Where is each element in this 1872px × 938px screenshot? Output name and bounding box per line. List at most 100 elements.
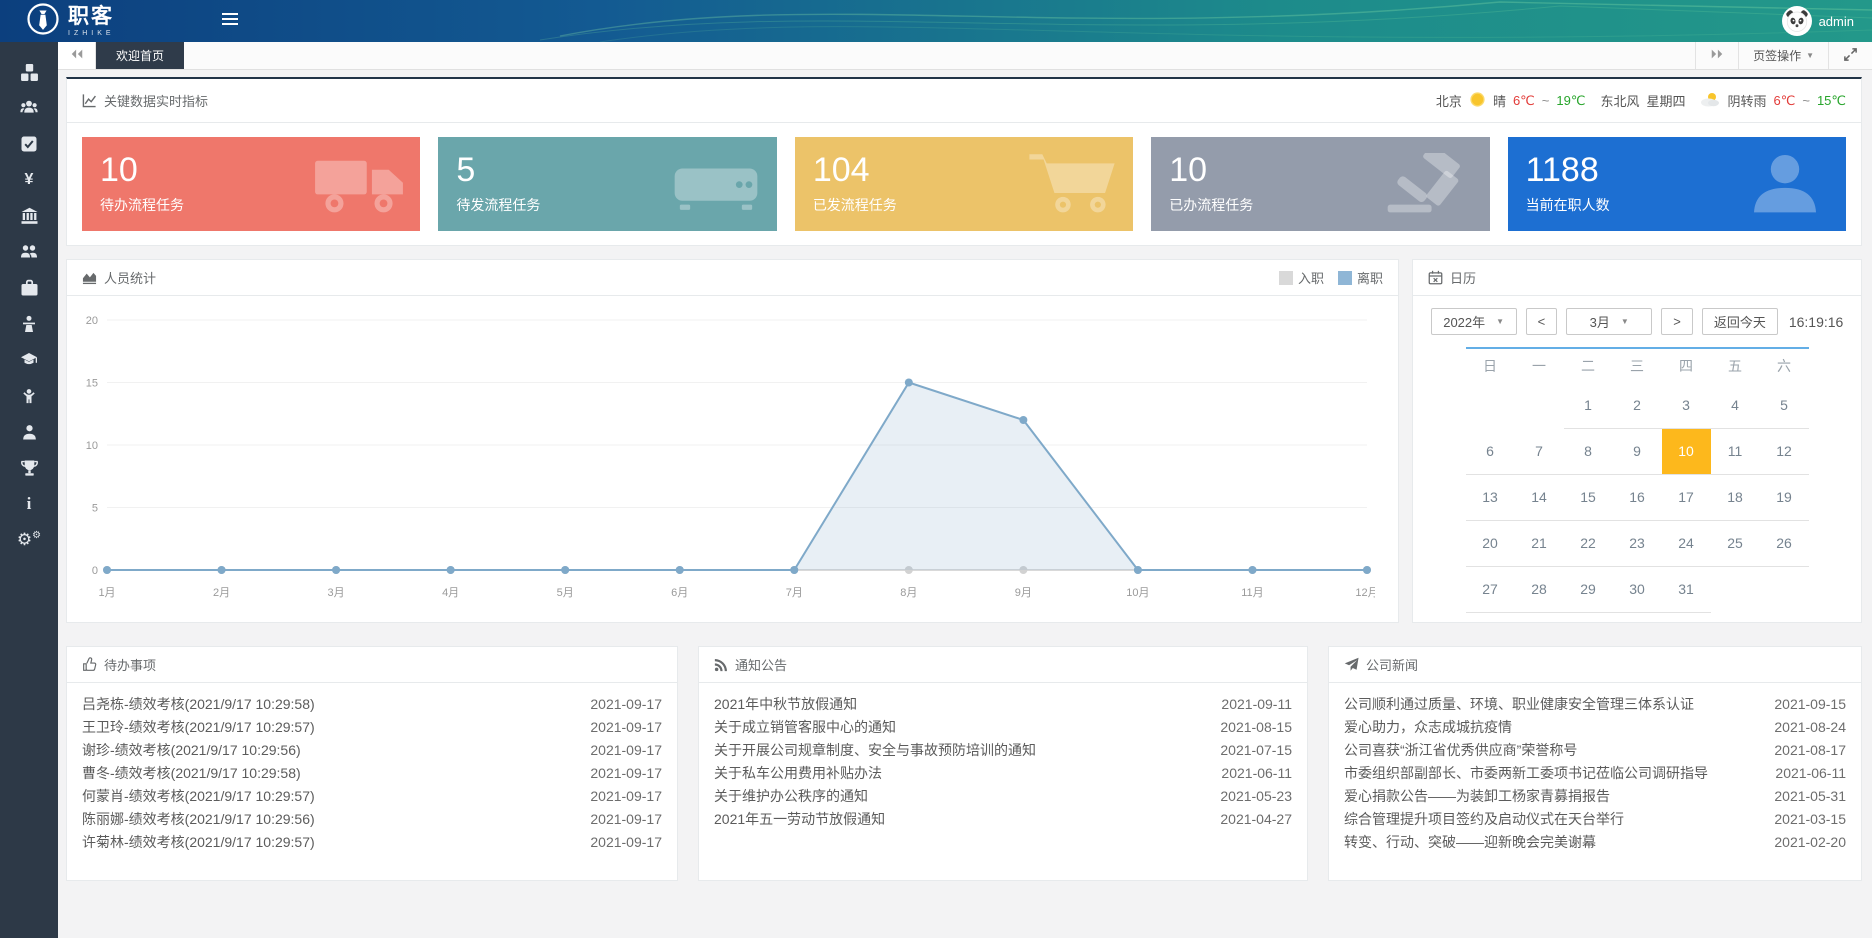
list-item[interactable]: 爱心助力，众志成城抗疫情2021-08-24	[1344, 715, 1846, 738]
staff-stats-panel: 人员统计 入职离职 051015201月2月3月4月5月6月7月8月9月10月1…	[66, 259, 1399, 623]
list-item[interactable]: 公司顺利通过质量、环境、职业健康安全管理三体系认证2021-09-15	[1344, 692, 1846, 715]
calendar-day[interactable]: 21	[1515, 520, 1564, 566]
user-menu[interactable]: admin	[1782, 0, 1854, 42]
calendar-day[interactable]: 20	[1466, 520, 1515, 566]
sidebar-item-3[interactable]	[0, 126, 58, 162]
list-item[interactable]: 曹冬-绩效考核(2021/9/17 10:29:58)2021-09-17	[82, 761, 662, 784]
sidebar-item-9[interactable]	[0, 342, 58, 378]
sidebar-item-13[interactable]: i	[0, 486, 58, 522]
list-item[interactable]: 王卫玲-绩效考核(2021/9/17 10:29:57)2021-09-17	[82, 715, 662, 738]
list-item[interactable]: 市委组织部副部长、市委两新工委项书记莅临公司调研指导2021-06-11	[1344, 761, 1846, 784]
list-item[interactable]: 转变、行动、突破——迎新晚会完美谢幕2021-02-20	[1344, 830, 1846, 853]
calendar-day[interactable]: 30	[1613, 566, 1662, 612]
year-select[interactable]: 2022年▼	[1431, 308, 1517, 335]
svg-text:10月: 10月	[1126, 587, 1149, 599]
calendar-day[interactable]: 29	[1564, 566, 1613, 612]
sidebar-item-1[interactable]	[0, 54, 58, 90]
calendar-day[interactable]: 28	[1515, 566, 1564, 612]
list-item[interactable]: 关于维护办公秩序的通知2021-05-23	[714, 784, 1292, 807]
fullscreen-button[interactable]	[1828, 42, 1872, 69]
calendar-day[interactable]: 15	[1564, 474, 1613, 520]
sidebar-item-10[interactable]	[0, 378, 58, 414]
tie-logo-icon	[26, 2, 60, 41]
calendar-panel: 日历 2022年▼ < 3月▼ > 返回今天 16:19:16 日一二三四五六1…	[1412, 259, 1862, 623]
sidebar-item-7[interactable]	[0, 270, 58, 306]
legend-item-2[interactable]: 离职	[1338, 268, 1383, 287]
next-month-button[interactable]: >	[1661, 308, 1693, 335]
sidebar-item-5[interactable]	[0, 198, 58, 234]
calendar-day[interactable]: 31	[1662, 566, 1711, 612]
calendar-day[interactable]: 24	[1662, 520, 1711, 566]
list-item[interactable]: 关于开展公司规章制度、安全与事故预防培训的通知2021-07-15	[714, 738, 1292, 761]
calendar-day[interactable]: 14	[1515, 474, 1564, 520]
weekday-header: 日	[1466, 348, 1515, 382]
list-item[interactable]: 陈丽娜-绩效考核(2021/9/17 10:29:56)2021-09-17	[82, 807, 662, 830]
list-item-date: 2021-09-17	[590, 719, 662, 735]
calendar-day-selected[interactable]: 10	[1662, 428, 1711, 474]
calendar-day[interactable]: 7	[1515, 428, 1564, 474]
list-item[interactable]: 公司喜获“浙江省优秀供应商”荣誉称号2021-08-17	[1344, 738, 1846, 761]
calendar-day[interactable]: 27	[1466, 566, 1515, 612]
list-item[interactable]: 吕尧栋-绩效考核(2021/9/17 10:29:58)2021-09-17	[82, 692, 662, 715]
list-item-text: 2021年中秋节放假通知	[714, 694, 857, 714]
expand-icon	[1843, 47, 1858, 65]
list-item[interactable]: 爱心捐款公告——为装卸工杨家青募捐报告2021-05-31	[1344, 784, 1846, 807]
calendar-day[interactable]: 8	[1564, 428, 1613, 474]
calendar-day[interactable]: 17	[1662, 474, 1711, 520]
calendar-day[interactable]: 11	[1711, 428, 1760, 474]
sidebar-item-14[interactable]: ⚙⚙	[0, 522, 58, 558]
calendar-day[interactable]: 19	[1760, 474, 1809, 520]
calendar-day[interactable]: 26	[1760, 520, 1809, 566]
tabs-scroll-left-button[interactable]	[58, 42, 96, 69]
list-item-date: 2021-09-11	[1221, 696, 1292, 712]
menu-toggle-button[interactable]	[210, 0, 250, 42]
calendar-day[interactable]: 22	[1564, 520, 1613, 566]
sidebar-item-6[interactable]	[0, 234, 58, 270]
hdd-icon	[671, 153, 761, 220]
sidebar-item-4[interactable]: ¥	[0, 162, 58, 198]
list-item[interactable]: 综合管理提升项目签约及启动仪式在天台举行2021-03-15	[1344, 807, 1846, 830]
sidebar-item-12[interactable]	[0, 450, 58, 486]
calendar-day[interactable]: 6	[1466, 428, 1515, 474]
list-item-text: 市委组织部副部长、市委两新工委项书记莅临公司调研指导	[1344, 763, 1708, 783]
list-item[interactable]: 何蒙肖-绩效考核(2021/9/17 10:29:57)2021-09-17	[82, 784, 662, 807]
truck-icon	[314, 153, 404, 220]
list-item-text: 陈丽娜-绩效考核(2021/9/17 10:29:56)	[82, 809, 315, 829]
sidebar-item-8[interactable]	[0, 306, 58, 342]
prev-month-button[interactable]: <	[1526, 308, 1558, 335]
calendar-day[interactable]: 12	[1760, 428, 1809, 474]
calendar-day[interactable]: 23	[1613, 520, 1662, 566]
list-item[interactable]: 谢珍-绩效考核(2021/9/17 10:29:56)2021-09-17	[82, 738, 662, 761]
tab-actions-dropdown[interactable]: 页签操作 ▼	[1738, 42, 1828, 69]
calendar-day[interactable]: 1	[1564, 382, 1613, 428]
app-logo[interactable]: 职客 IZHIKE	[0, 2, 210, 41]
stat-card-3[interactable]: 104已发流程任务	[795, 137, 1133, 231]
calendar-day-empty	[1760, 566, 1809, 612]
stat-card-1[interactable]: 10待办流程任务	[82, 137, 420, 231]
stat-card-2[interactable]: 5待发流程任务	[438, 137, 776, 231]
back-to-today-button[interactable]: 返回今天	[1702, 308, 1778, 335]
calendar-day[interactable]: 9	[1613, 428, 1662, 474]
calendar-day[interactable]: 16	[1613, 474, 1662, 520]
stat-card-5[interactable]: 1188当前在职人数	[1508, 137, 1846, 231]
calendar-day[interactable]: 13	[1466, 474, 1515, 520]
calendar-day[interactable]: 5	[1760, 382, 1809, 428]
calendar-day[interactable]: 18	[1711, 474, 1760, 520]
weather-next-low: 6℃	[1774, 93, 1796, 109]
month-select[interactable]: 3月▼	[1566, 308, 1652, 335]
sidebar-item-11[interactable]	[0, 414, 58, 450]
list-item[interactable]: 关于私车公用费用补贴办法2021-06-11	[714, 761, 1292, 784]
tab-welcome-home[interactable]: 欢迎首页	[96, 42, 184, 69]
stat-card-4[interactable]: 10已办流程任务	[1151, 137, 1489, 231]
sidebar-item-2[interactable]	[0, 90, 58, 126]
calendar-day[interactable]: 25	[1711, 520, 1760, 566]
list-item[interactable]: 2021年中秋节放假通知 2021-09-11	[714, 692, 1292, 715]
list-item[interactable]: 许菊林-绩效考核(2021/9/17 10:29:57)2021-09-17	[82, 830, 662, 853]
calendar-day[interactable]: 2	[1613, 382, 1662, 428]
calendar-day[interactable]: 3	[1662, 382, 1711, 428]
list-item[interactable]: 2021年五一劳动节放假通知2021-04-27	[714, 807, 1292, 830]
list-item[interactable]: 关于成立销管客服中心的通知2021-08-15	[714, 715, 1292, 738]
legend-item-1[interactable]: 入职	[1279, 268, 1324, 287]
calendar-day[interactable]: 4	[1711, 382, 1760, 428]
tabs-scroll-right-button[interactable]	[1695, 42, 1738, 69]
